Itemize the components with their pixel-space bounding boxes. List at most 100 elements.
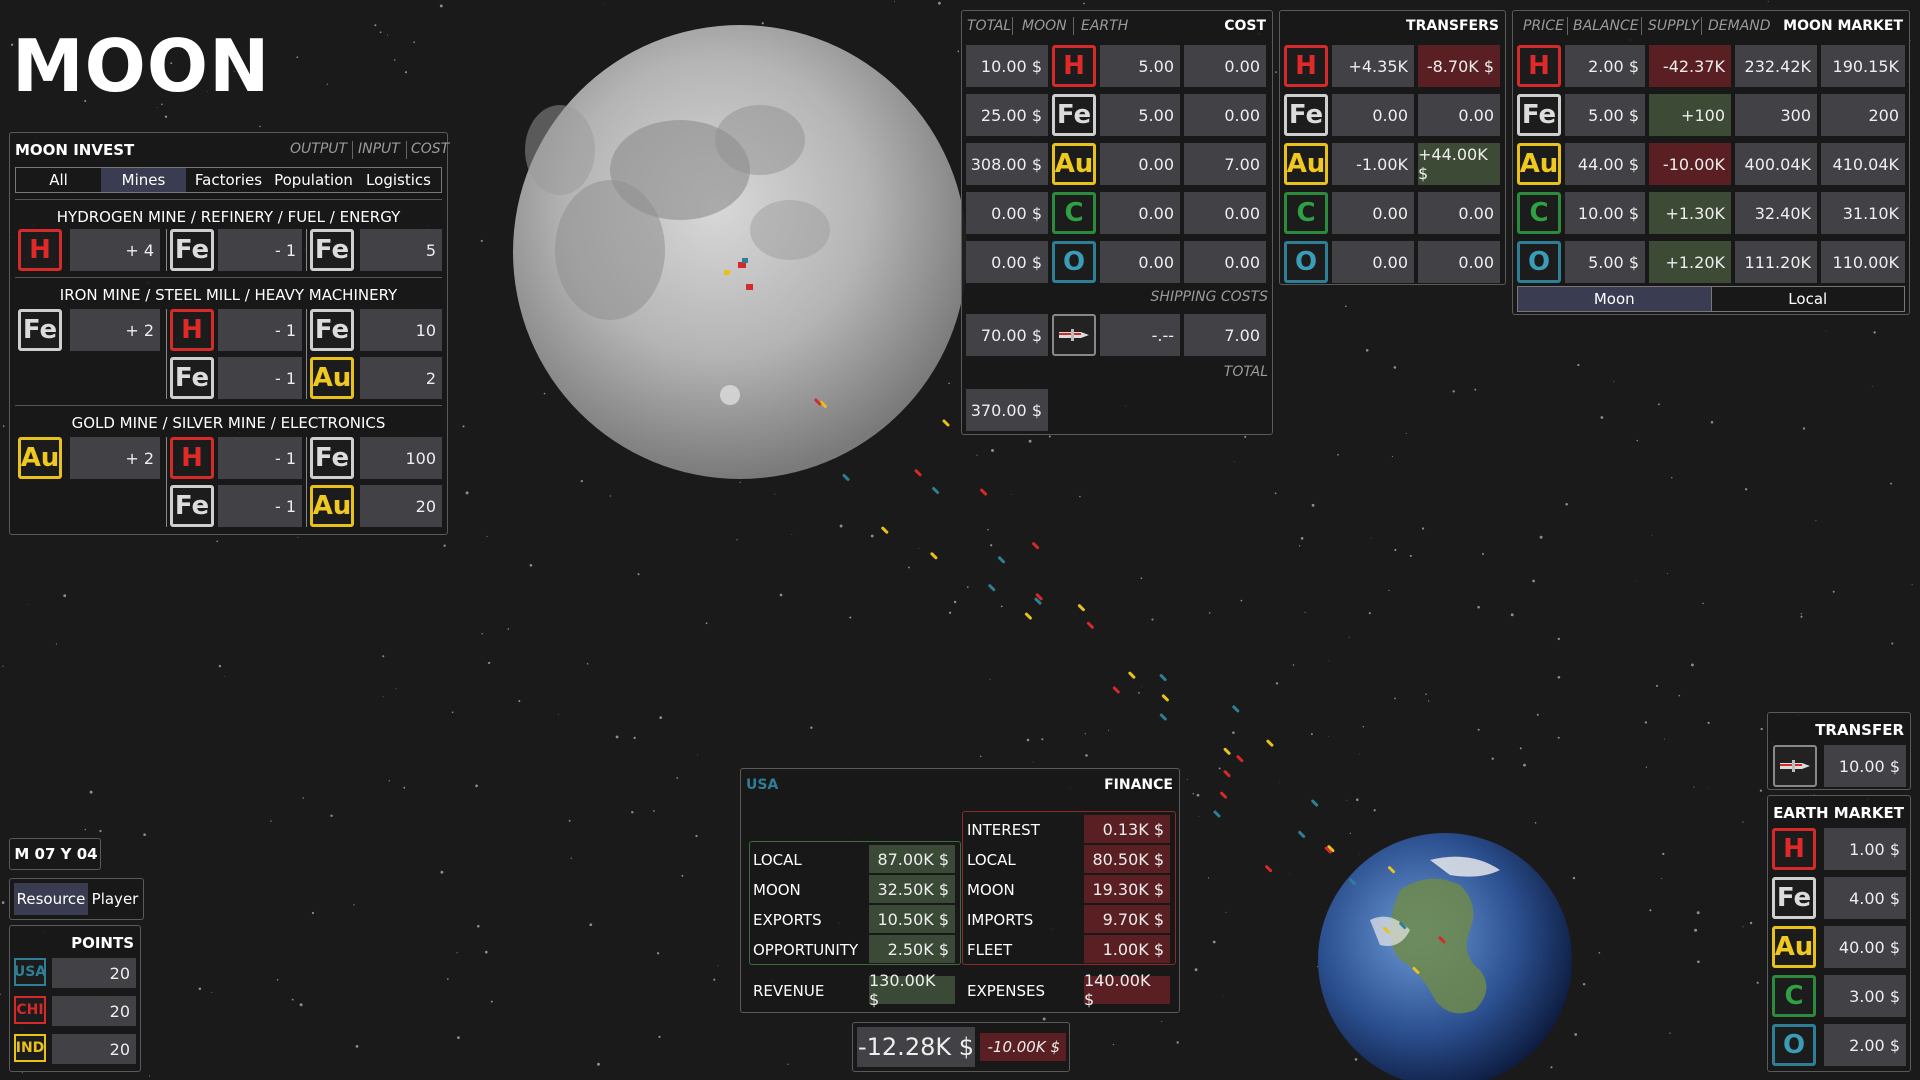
element-icon: Fe <box>1284 94 1328 136</box>
cost-total-cell: 25.00 $ <box>966 94 1048 136</box>
star <box>1161 1020 1163 1022</box>
star <box>791 534 793 535</box>
iron-output-amount: + 2 <box>70 309 160 351</box>
tab-logistics[interactable]: Logistics <box>356 168 441 192</box>
star <box>637 573 640 576</box>
expense-value: 1.00K $ <box>1084 935 1170 963</box>
star <box>1370 537 1372 539</box>
element-icon: C <box>1284 192 1328 234</box>
tab-mines[interactable]: Mines <box>101 168 186 192</box>
star <box>1354 1058 1358 1061</box>
iron-cost1-icon: Fe <box>310 309 354 351</box>
star <box>1693 786 1695 788</box>
shipping-total: 70.00 $ <box>966 314 1048 356</box>
star <box>1481 552 1485 556</box>
star <box>1085 754 1088 757</box>
cargo-ship <box>998 556 1005 564</box>
star <box>1275 682 1279 685</box>
cargo-ship <box>842 473 850 481</box>
cargo-ship <box>1223 770 1231 778</box>
star <box>1694 928 1698 932</box>
hydrogen-input-amount: - 1 <box>218 229 302 271</box>
cargo-ship <box>1311 799 1319 807</box>
star <box>1079 495 1081 498</box>
star <box>918 548 920 549</box>
star <box>1759 789 1762 792</box>
star <box>1304 611 1306 613</box>
star <box>1388 589 1390 591</box>
star <box>1428 700 1430 702</box>
cost-earth-cell: 0.00 <box>1184 241 1266 283</box>
element-icon: H <box>1052 45 1096 87</box>
star <box>388 780 390 782</box>
star <box>446 978 449 980</box>
market-demand-cell: 31.10K <box>1821 192 1905 234</box>
hydrogen-cost-amount: 5 <box>360 229 442 271</box>
star <box>907 566 910 569</box>
balance-delta: -10.00K $ <box>980 1033 1066 1061</box>
transfer-title: TRANSFER <box>1815 721 1904 739</box>
star <box>948 611 952 614</box>
tab-all[interactable]: All <box>16 168 101 192</box>
iron-cost1-amount: 10 <box>360 309 442 351</box>
star <box>1651 534 1653 536</box>
income-label: LOCAL <box>753 851 802 869</box>
market-supply-cell: 111.20K <box>1735 241 1817 283</box>
star <box>480 239 483 242</box>
star <box>484 950 488 954</box>
cargo-ship <box>1159 674 1167 682</box>
star <box>1394 548 1397 552</box>
tab-market-local[interactable]: Local <box>1712 287 1905 311</box>
tab-player[interactable]: Player <box>90 883 140 915</box>
star <box>1697 960 1700 964</box>
star <box>1279 781 1280 783</box>
hydrogen-cost-icon: Fe <box>310 229 354 271</box>
finance-country: USA <box>746 777 779 793</box>
star <box>1292 664 1295 666</box>
star <box>413 41 416 44</box>
market-demand-cell: 200 <box>1821 94 1905 136</box>
star <box>1192 793 1195 795</box>
star <box>849 616 852 619</box>
star <box>894 0 895 2</box>
transfer-rocket-icon[interactable] <box>1773 745 1817 787</box>
star <box>1800 613 1803 615</box>
star <box>477 924 480 928</box>
tab-market-moon[interactable]: Moon <box>1518 287 1712 311</box>
tab-resource[interactable]: Resource <box>14 883 88 915</box>
star <box>2 665 4 667</box>
star <box>1222 995 1224 997</box>
points-value: 20 <box>52 996 136 1026</box>
market-balance-cell: +1.30K <box>1649 192 1731 234</box>
star <box>1890 482 1893 485</box>
iron-input1-icon: H <box>170 309 214 351</box>
star <box>1233 461 1235 463</box>
star <box>223 676 225 678</box>
star <box>1212 940 1216 944</box>
star <box>387 34 389 36</box>
tab-population[interactable]: Population <box>271 168 356 192</box>
star <box>1742 926 1744 928</box>
income-value: 87.00K $ <box>869 845 955 873</box>
transfer-cost-cell: 0.00 <box>1418 94 1500 136</box>
star <box>1349 832 1352 835</box>
star <box>27 604 29 605</box>
star <box>299 1003 303 1007</box>
income-label: EXPORTS <box>753 911 822 929</box>
star <box>1041 738 1044 741</box>
earth-price-cell: 4.00 $ <box>1824 877 1906 919</box>
cost-earth-cell: 0.00 <box>1184 192 1266 234</box>
star <box>1112 1043 1115 1046</box>
star <box>1394 697 1396 700</box>
star <box>404 71 408 74</box>
cost-total-label: TOTAL <box>1223 364 1268 380</box>
star <box>1744 488 1748 491</box>
star <box>1534 822 1537 824</box>
star <box>216 540 219 543</box>
tab-factories[interactable]: Factories <box>186 168 271 192</box>
star <box>1328 735 1330 737</box>
market-demand-cell: 410.04K <box>1821 143 1905 185</box>
star <box>1702 602 1704 605</box>
market-header-price: PRICE <box>1523 18 1564 34</box>
star <box>1194 968 1198 972</box>
